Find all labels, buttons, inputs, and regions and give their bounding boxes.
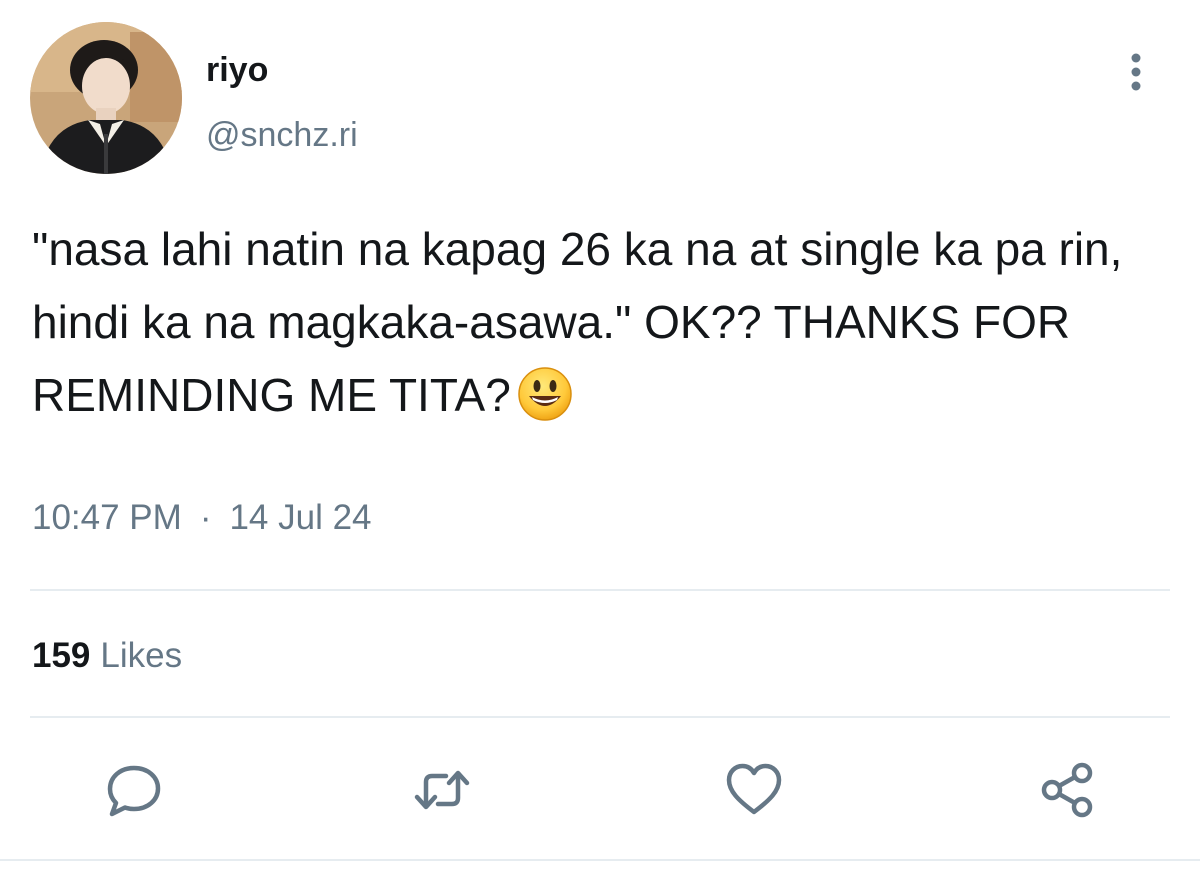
reply-icon [107,765,161,817]
tweet-date: 14 Jul 24 [229,498,372,537]
likes-label: Likes [100,636,183,675]
heart-icon [726,763,782,815]
more-options-button[interactable] [1116,50,1156,94]
more-vertical-icon [1131,53,1141,91]
divider [30,589,1170,591]
likes-count: 159 [32,636,91,675]
display-name[interactable]: riyo [206,50,268,90]
tweet-timestamp[interactable]: 10:47 PM · 14 Jul 24 [32,496,372,540]
share-icon [1041,762,1093,818]
divider [0,859,1200,861]
meta-separator: · [199,498,212,537]
avatar[interactable] [30,22,182,174]
retweet-icon [414,770,470,810]
tweet-time: 10:47 PM [32,498,182,537]
divider [30,716,1170,718]
retweet-button[interactable] [412,760,472,820]
tweet-text: "nasa lahi natin na kapag 26 ka na at si… [32,213,1172,432]
grinning-face-emoji-icon [518,367,572,421]
tweet-text-content: "nasa lahi natin na kapag 26 ka na at si… [32,223,1136,421]
share-button[interactable] [1038,760,1098,820]
user-handle[interactable]: @snchz.ri [206,115,358,155]
like-button[interactable] [724,760,784,820]
reply-button[interactable] [104,760,164,820]
likes-stat[interactable]: 159 Likes [32,634,182,678]
profile-photo-icon [30,22,182,174]
tweet-card: riyo @snchz.ri "nasa lahi natin na kapag… [0,0,1200,877]
